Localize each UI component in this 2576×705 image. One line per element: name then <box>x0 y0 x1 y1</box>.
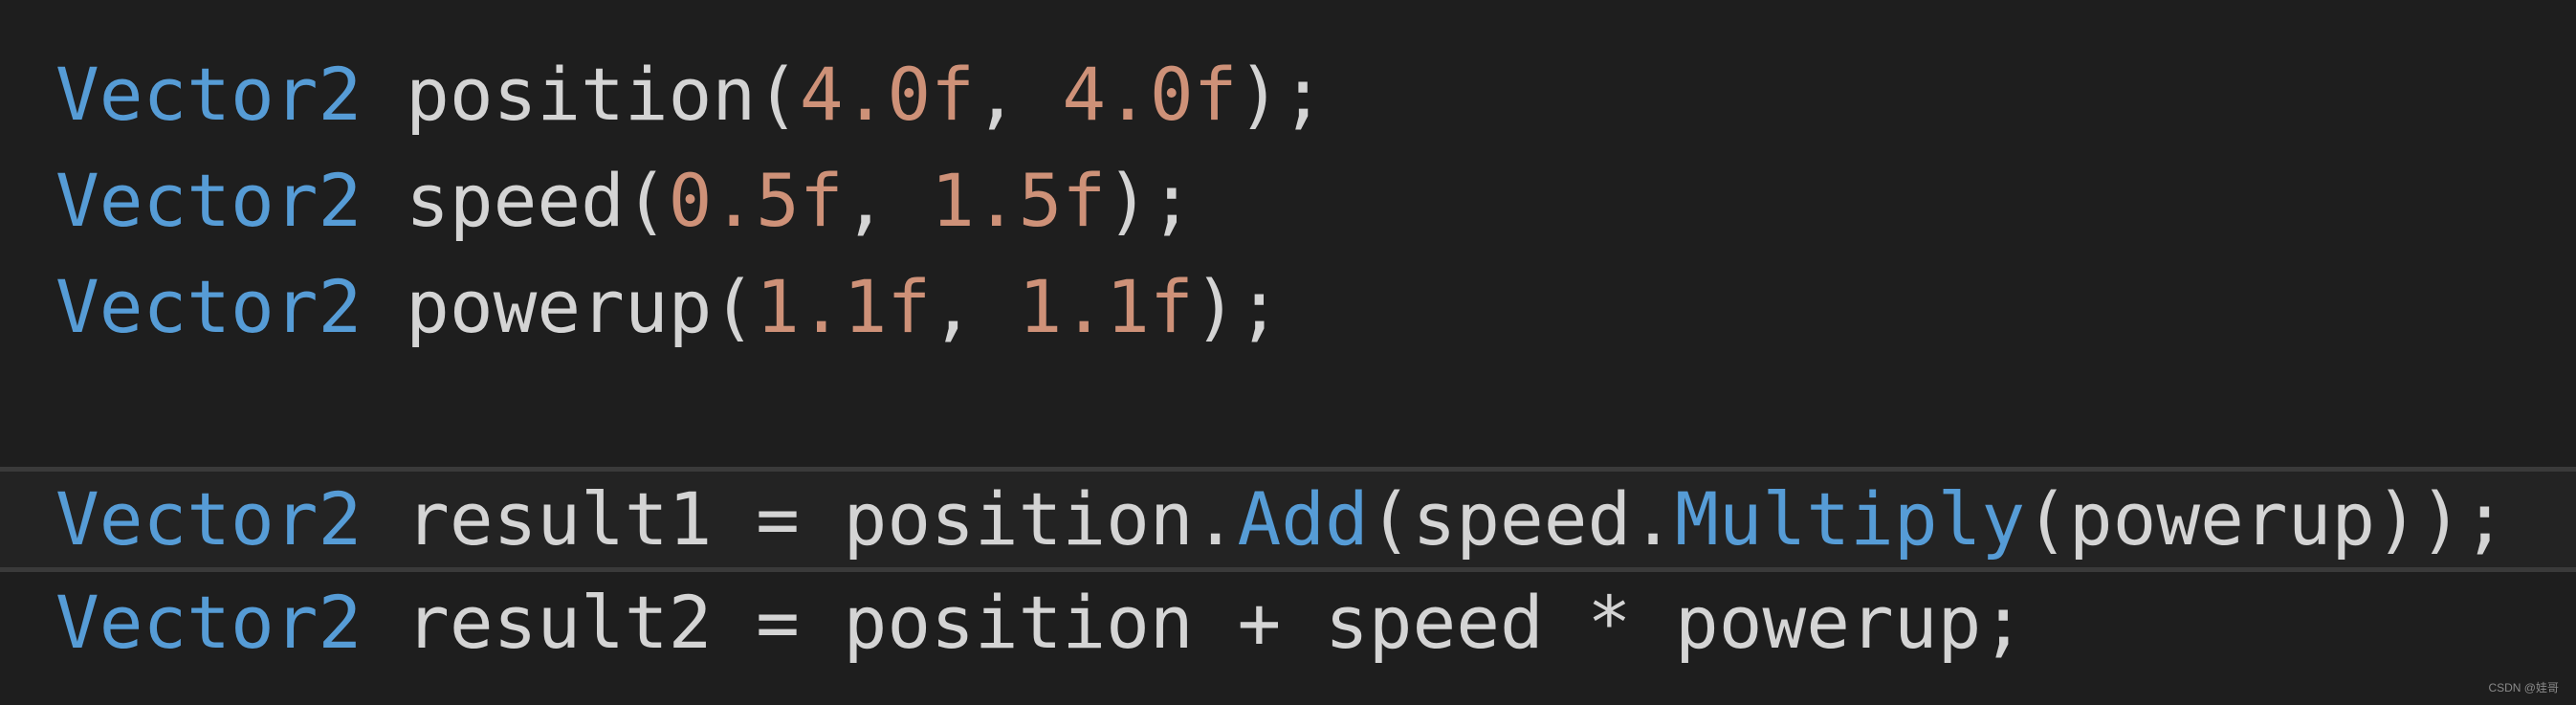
type-keyword: Vector2 <box>55 580 363 665</box>
method-name: Add <box>1237 476 1369 562</box>
code-line-5-current[interactable]: Vector2 result1 = position.Add(speed.Mul… <box>0 467 2576 572</box>
close-paren-semicolon: ); <box>1237 52 1325 137</box>
open-paren: ( <box>756 52 800 137</box>
open-paren: ( <box>712 264 757 349</box>
number-literal: 1.1f <box>756 264 932 349</box>
type-keyword: Vector2 <box>55 52 363 137</box>
dot: . <box>1631 476 1676 562</box>
open-paren: ( <box>1368 476 1413 562</box>
object-identifier: position <box>843 476 1194 562</box>
semicolon: ; <box>1981 580 2026 665</box>
comma: , <box>974 52 1063 137</box>
variable-name: result1 <box>406 476 713 562</box>
type-keyword: Vector2 <box>55 476 363 562</box>
method-name: Multiply <box>1675 476 2026 562</box>
dot: . <box>1193 476 1238 562</box>
variable-name: speed <box>406 158 625 243</box>
code-line-2[interactable]: Vector2 speed(0.5f, 1.5f); <box>0 148 2576 253</box>
number-literal: 4.0f <box>799 52 975 137</box>
open-paren: ( <box>624 158 669 243</box>
variable-name: result2 <box>406 580 713 665</box>
number-literal: 0.5f <box>668 158 844 243</box>
variable-name: powerup <box>406 264 713 349</box>
code-line-4-empty[interactable] <box>0 361 2576 466</box>
watermark: CSDN @娃哥 <box>2488 681 2559 694</box>
code-editor[interactable]: Vector2 position(4.0f, 4.0f); Vector2 sp… <box>0 0 2576 705</box>
operand-identifier: speed <box>1324 580 1544 665</box>
close-paren-semicolon: ); <box>1106 158 1194 243</box>
operand-identifier: position <box>843 580 1194 665</box>
close-paren-semicolon: ); <box>1193 264 1282 349</box>
comma: , <box>931 264 1019 349</box>
open-paren: ( <box>2025 476 2069 562</box>
assign-operator: = <box>712 476 844 562</box>
plus-operator: + <box>1193 580 1325 665</box>
object-identifier: speed <box>1412 476 1632 562</box>
variable-name: position <box>406 52 757 137</box>
code-line-3[interactable]: Vector2 powerup(1.1f, 1.1f); <box>0 254 2576 360</box>
type-keyword: Vector2 <box>55 158 363 243</box>
number-literal: 1.5f <box>931 158 1107 243</box>
close-parens-semicolon: )); <box>2375 476 2507 562</box>
number-literal: 1.1f <box>1018 264 1194 349</box>
code-line-6[interactable]: Vector2 result2 = position + speed * pow… <box>0 570 2576 675</box>
number-literal: 4.0f <box>1062 52 1238 137</box>
argument-identifier: powerup <box>2068 476 2376 562</box>
comma: , <box>843 158 932 243</box>
assign-operator: = <box>712 580 844 665</box>
multiply-operator: * <box>1543 580 1676 665</box>
operand-identifier: powerup <box>1675 580 1982 665</box>
code-line-1[interactable]: Vector2 position(4.0f, 4.0f); <box>0 42 2576 147</box>
type-keyword: Vector2 <box>55 264 363 349</box>
